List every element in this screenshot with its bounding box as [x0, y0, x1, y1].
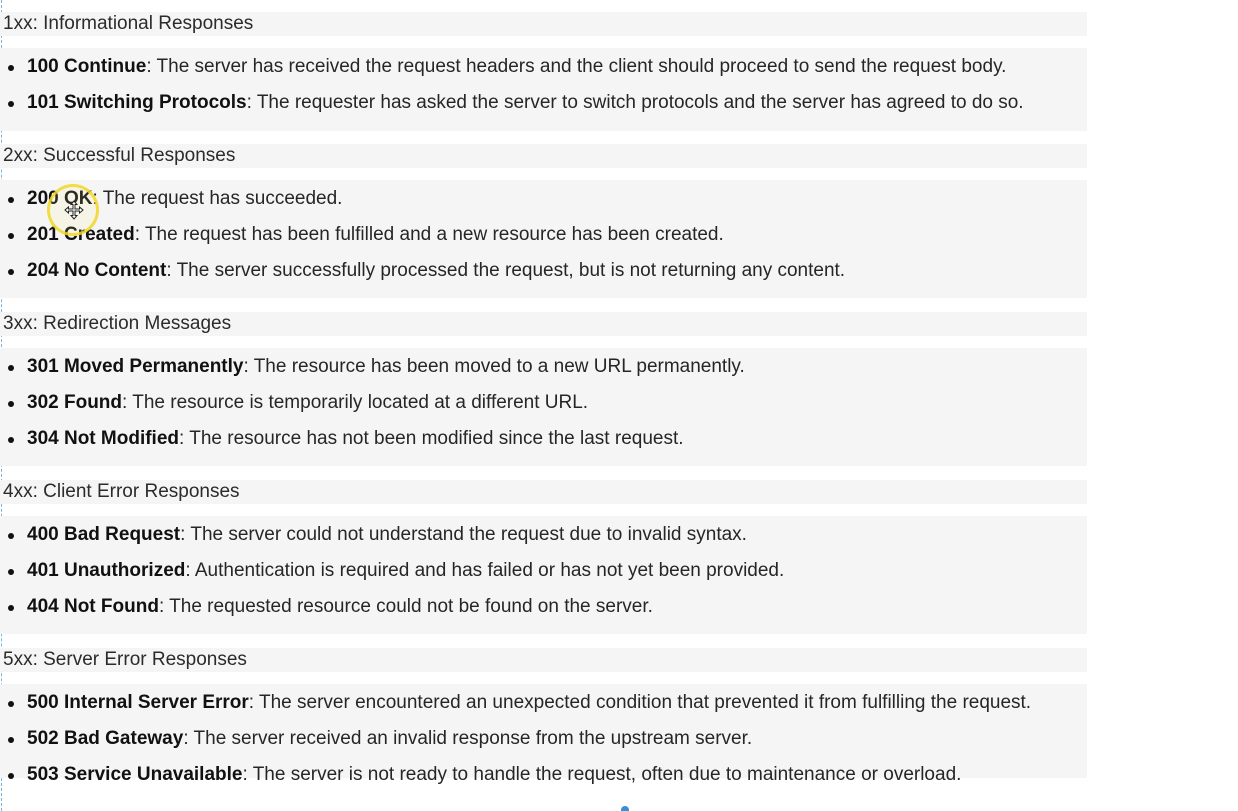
section-heading: 5xx: Server Error Responses	[0, 648, 1087, 672]
list-item: 400 Bad Request: The server could not un…	[0, 522, 1087, 558]
status-code: 401 Unauthorized	[27, 560, 186, 581]
resize-handle[interactable]	[621, 806, 629, 811]
status-code: 301 Moved Permanently	[27, 356, 244, 377]
status-description: : Authentication is required and has fai…	[185, 560, 785, 581]
list-item: 502 Bad Gateway: The server received an …	[0, 726, 1087, 762]
bullet-icon	[8, 605, 14, 611]
status-description: : The requester has asked the server to …	[246, 92, 1024, 113]
status-description: : The request has been fulfilled and a n…	[134, 224, 724, 245]
list-item: 100 Continue: The server has received th…	[0, 54, 1087, 90]
bullet-icon	[8, 773, 14, 779]
status-code: 304 Not Modified	[27, 428, 180, 449]
status-code: 100 Continue	[27, 56, 147, 77]
status-description: : The server could not understand the re…	[180, 524, 747, 545]
status-description: : The server received an invalid respons…	[183, 728, 753, 749]
status-description: : The resource has been moved to a new U…	[243, 356, 745, 377]
list-item: 404 Not Found: The requested resource co…	[0, 594, 1087, 630]
document-page: 1xx: Informational Responses 100 Continu…	[0, 0, 1238, 811]
status-description: : The server is not ready to handle the …	[242, 764, 962, 785]
bullet-icon	[8, 401, 14, 407]
bullet-icon	[8, 533, 14, 539]
section-heading: 2xx: Successful Responses	[0, 144, 1087, 168]
bullet-icon	[8, 737, 14, 743]
bullet-icon	[8, 365, 14, 371]
bullet-icon	[8, 233, 14, 239]
status-code: 101 Switching Protocols	[27, 92, 247, 113]
list-item: 503 Service Unavailable: The server is n…	[0, 762, 1087, 798]
status-description: : The server has received the request he…	[146, 56, 1007, 77]
list-item: 500 Internal Server Error: The server en…	[0, 690, 1087, 726]
list-item: 401 Unauthorized: Authentication is requ…	[0, 558, 1087, 594]
status-list: 200 OK: The request has succeeded. 201 C…	[0, 180, 1087, 298]
status-description: : The server encountered an unexpected c…	[248, 692, 1032, 713]
bullet-icon	[8, 101, 14, 107]
status-description: : The requested resource could not be fo…	[158, 596, 653, 617]
bullet-icon	[8, 569, 14, 575]
status-description: : The request has succeeded.	[92, 188, 343, 209]
status-code: 503 Service Unavailable	[27, 764, 243, 785]
section-heading: 3xx: Redirection Messages	[0, 312, 1087, 336]
bullet-icon	[8, 197, 14, 203]
list-item: 201 Created: The request has been fulfil…	[0, 222, 1087, 258]
status-list: 400 Bad Request: The server could not un…	[0, 516, 1087, 634]
bullet-icon	[8, 701, 14, 707]
status-description: : The resource is temporarily located at…	[122, 392, 589, 413]
list-item: 301 Moved Permanently: The resource has …	[0, 354, 1087, 390]
status-list: 500 Internal Server Error: The server en…	[0, 684, 1087, 785]
status-list: 100 Continue: The server has received th…	[0, 48, 1087, 131]
status-description: : The resource has not been modified sin…	[179, 428, 684, 449]
status-code: 302 Found	[27, 392, 123, 413]
list-item: 200 OK: The request has succeeded.	[0, 186, 1087, 222]
status-code: 200 OK	[27, 188, 93, 209]
list-item: 204 No Content: The server successfully …	[0, 258, 1087, 294]
status-code: 500 Internal Server Error	[27, 692, 249, 713]
bullet-icon	[8, 437, 14, 443]
status-code: 201 Created	[27, 224, 135, 245]
status-list: 301 Moved Permanently: The resource has …	[0, 348, 1087, 466]
bullet-icon	[8, 65, 14, 71]
section-heading: 1xx: Informational Responses	[0, 12, 1087, 36]
list-item: 302 Found: The resource is temporarily l…	[0, 390, 1087, 426]
status-description: : The server successfully processed the …	[166, 260, 846, 281]
status-code: 502 Bad Gateway	[27, 728, 184, 749]
bullet-icon	[8, 269, 14, 275]
section-heading: 4xx: Client Error Responses	[0, 480, 1087, 504]
list-item: 101 Switching Protocols: The requester h…	[0, 90, 1087, 126]
status-code: 400 Bad Request	[27, 524, 181, 545]
status-code: 404 Not Found	[27, 596, 159, 617]
status-code: 204 No Content	[27, 260, 167, 281]
list-item: 304 Not Modified: The resource has not b…	[0, 426, 1087, 462]
